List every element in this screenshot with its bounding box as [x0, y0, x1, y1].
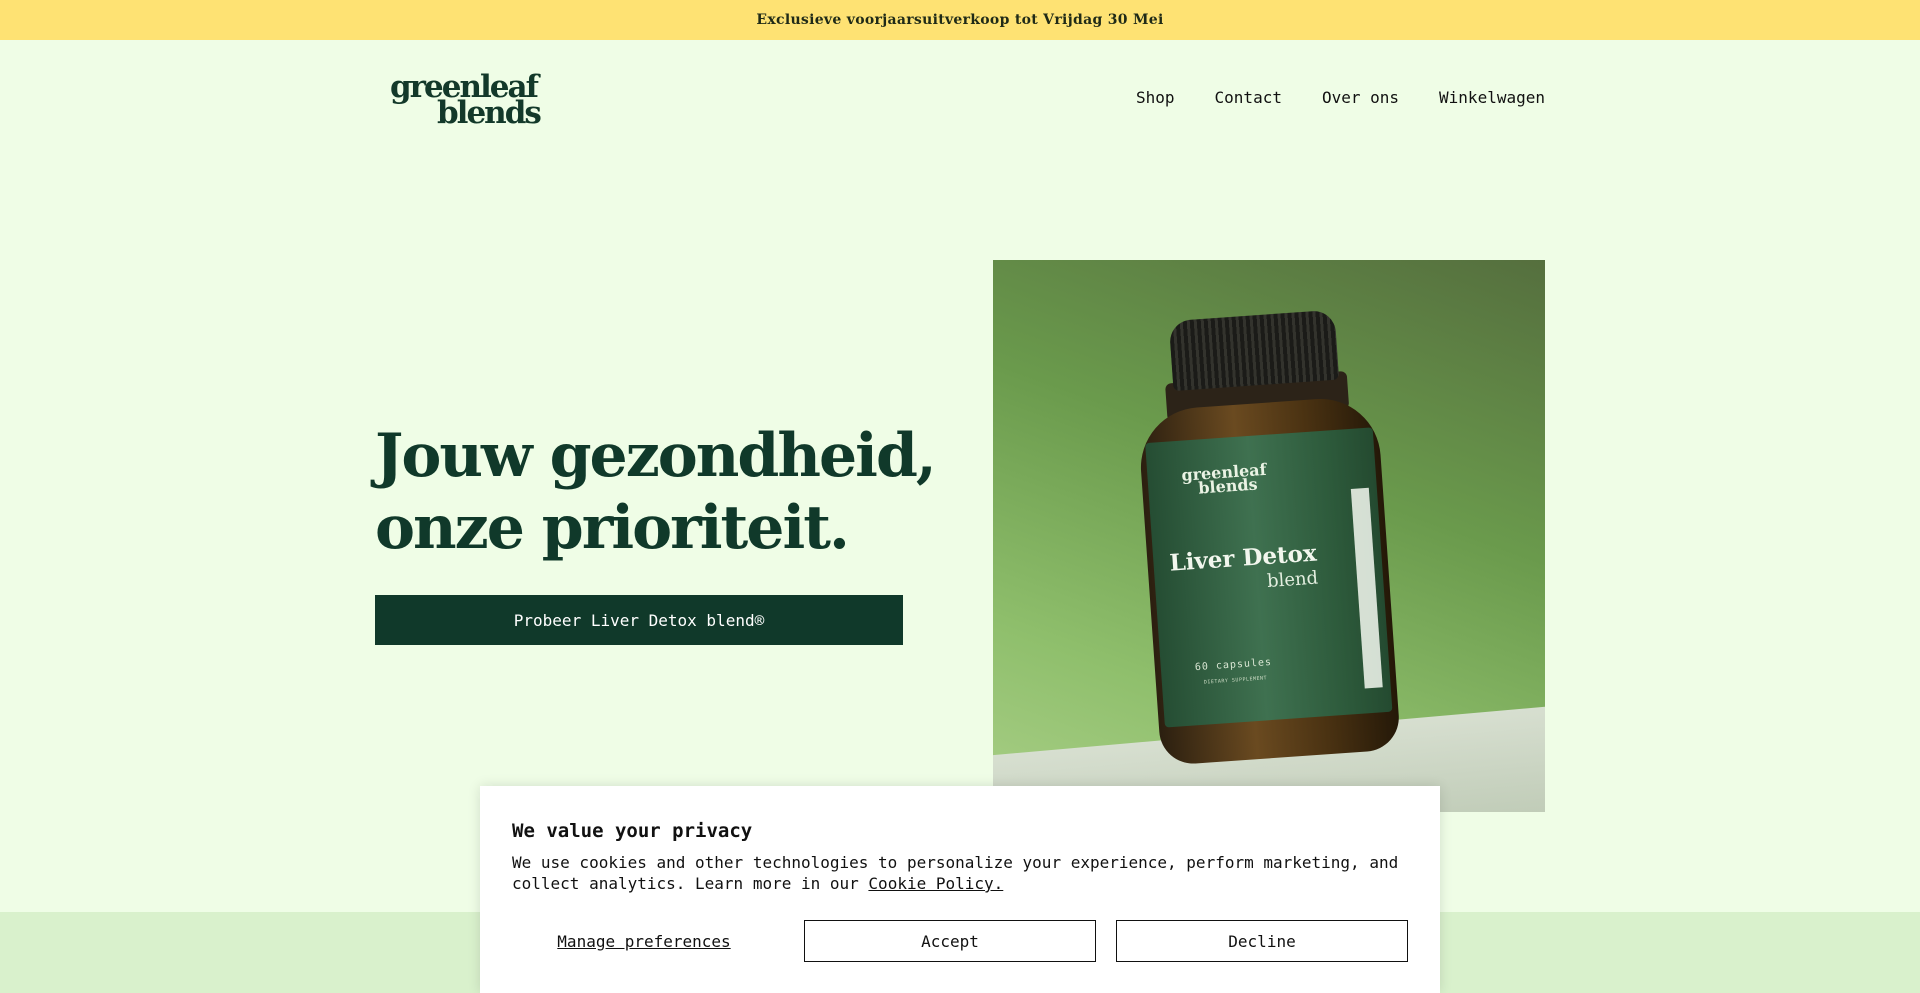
- accept-cookies-button[interactable]: Accept: [804, 920, 1096, 962]
- product-bottle: greenleaf blends Liver Detox blend 60 ca…: [1131, 307, 1402, 768]
- product-image: greenleaf blends Liver Detox blend 60 ca…: [993, 260, 1545, 812]
- label-logo: greenleaf blends: [1181, 460, 1268, 498]
- cookie-policy-link[interactable]: Cookie Policy.: [868, 874, 1003, 893]
- nav-contact[interactable]: Contact: [1215, 88, 1282, 107]
- nav-cart[interactable]: Winkelwagen: [1439, 88, 1545, 107]
- label-supplement: DIETARY SUPPLEMENT: [1203, 675, 1268, 686]
- cookie-title: We value your privacy: [512, 820, 753, 842]
- cookie-text: We use cookies and other technologies to…: [512, 852, 1412, 894]
- cookie-banner: We value your privacy We use cookies and…: [480, 786, 1440, 993]
- nav-over-ons[interactable]: Over ons: [1322, 88, 1399, 107]
- hero-cta-button[interactable]: Probeer Liver Detox blend®: [375, 595, 903, 645]
- announcement-bar: Exclusieve voorjaarsuitverkoop tot Vrijd…: [0, 0, 1920, 40]
- bottle-cap: [1168, 309, 1340, 392]
- hero-title-line-2: onze prioriteit.: [375, 493, 850, 563]
- bottle-label: greenleaf blends Liver Detox blend 60 ca…: [1145, 427, 1393, 728]
- brand-logo[interactable]: greenleaf blends: [390, 72, 542, 131]
- label-product-sub: blend: [1266, 567, 1319, 593]
- decline-cookies-button[interactable]: Decline: [1116, 920, 1408, 962]
- announcement-text: Exclusieve voorjaarsuitverkoop tot Vrijd…: [756, 12, 1164, 28]
- label-capsule-count: 60 capsules: [1194, 656, 1273, 674]
- hero-title: Jouw gezondheid, onze prioriteit.: [375, 420, 937, 564]
- nav-shop[interactable]: Shop: [1136, 88, 1175, 107]
- manage-preferences-button[interactable]: Manage preferences: [512, 920, 776, 962]
- label-info-strip: [1350, 487, 1383, 689]
- main-nav: Shop Contact Over ons Winkelwagen: [1136, 88, 1545, 107]
- hero-title-line-1: Jouw gezondheid,: [375, 421, 937, 491]
- logo-line-2: blends: [437, 95, 542, 131]
